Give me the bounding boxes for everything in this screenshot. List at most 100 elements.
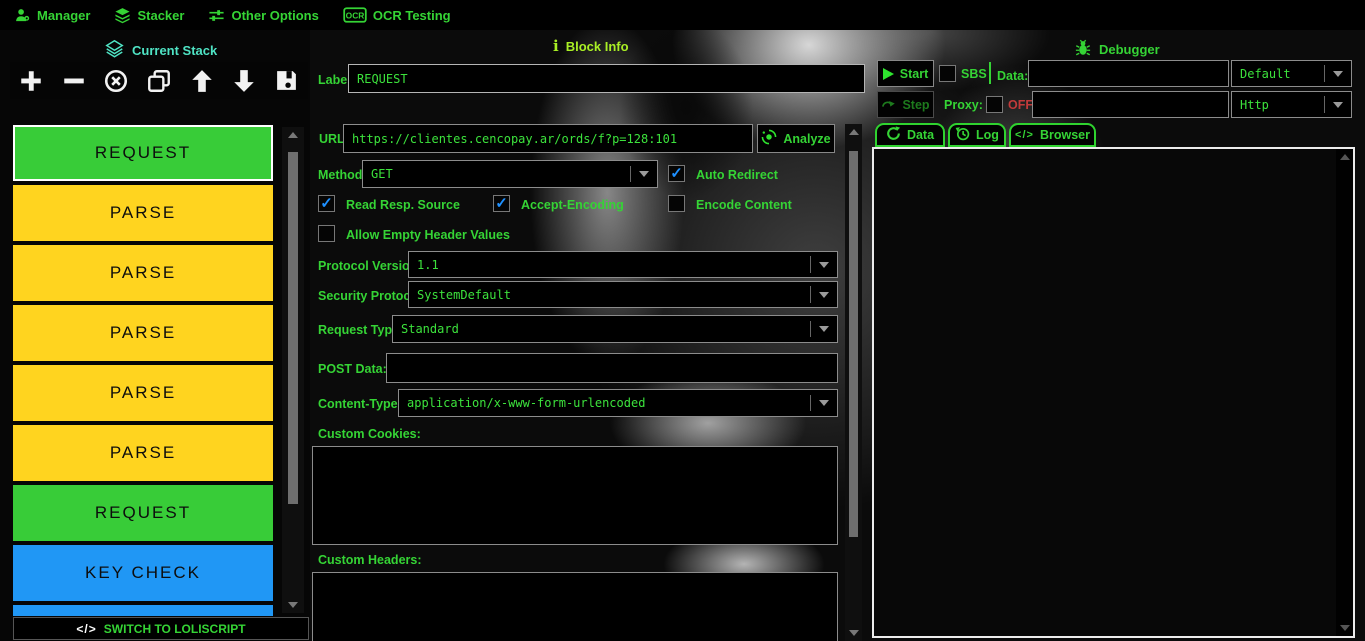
block-info-scrollbar[interactable] xyxy=(845,124,862,641)
protocol-version-dropdown[interactable]: 1.1 xyxy=(408,251,838,278)
switch-to-loliscript-button[interactable]: </> SWITCH TO LOLISCRIPT xyxy=(13,617,309,640)
chevron-down-icon xyxy=(811,326,837,332)
stack-block[interactable]: PARSE xyxy=(13,245,273,301)
tab-data[interactable]: Data xyxy=(875,123,945,147)
menu-item-ocr-testing[interactable]: OCR OCR Testing xyxy=(343,7,451,23)
debugger-data-input[interactable] xyxy=(1028,60,1229,87)
stack-block-label: PARSE xyxy=(109,323,177,342)
block-label-input[interactable] xyxy=(348,64,865,93)
remove-block-button[interactable] xyxy=(58,65,90,97)
protocol-version-label: Protocol Version: xyxy=(318,259,422,273)
switch-button-label: SWITCH TO LOLISCRIPT xyxy=(103,621,246,636)
stack-block[interactable]: KEY CHECK xyxy=(13,545,273,601)
sbs-checkbox[interactable] xyxy=(939,65,956,82)
refresh-icon xyxy=(886,126,901,144)
save-config-button[interactable] xyxy=(271,65,303,97)
wordlist-type-value: Default xyxy=(1240,66,1291,81)
svg-text:OCR: OCR xyxy=(346,11,365,21)
stack-block-label: REQUEST xyxy=(94,143,192,162)
debugger-step-button[interactable]: Step xyxy=(877,91,934,118)
request-type-dropdown[interactable]: Standard xyxy=(392,315,838,343)
tab-label: Log xyxy=(976,128,999,142)
stack-block-label: PARSE xyxy=(109,443,177,462)
menu-item-label: OCR Testing xyxy=(372,7,451,23)
accept-encoding-checkbox[interactable] xyxy=(493,195,510,212)
stack-block[interactable]: PARSE xyxy=(13,185,273,241)
analyze-button-label: Analyze xyxy=(783,131,831,146)
scroll-down-arrow[interactable] xyxy=(282,597,304,613)
encode-content-checkbox[interactable] xyxy=(668,195,685,212)
sbs-label: SBS xyxy=(961,67,987,81)
scrollbar-thumb[interactable] xyxy=(849,151,858,537)
custom-headers-textarea[interactable] xyxy=(312,572,838,641)
menu-item-manager[interactable]: Manager xyxy=(14,7,90,24)
info-icon: i xyxy=(553,37,559,55)
scrollbar-thumb[interactable] xyxy=(288,152,298,504)
stack-block[interactable]: PARSE xyxy=(13,305,273,361)
content-type-value: application/x-www-form-urlencoded xyxy=(407,396,646,410)
analyze-icon xyxy=(761,129,777,148)
proxy-type-dropdown[interactable]: Http xyxy=(1231,91,1352,118)
disable-block-button[interactable] xyxy=(100,65,132,97)
step-button-label: Step xyxy=(902,97,930,112)
debugger-start-button[interactable]: Start xyxy=(877,60,934,87)
scroll-up-arrow[interactable] xyxy=(282,127,304,143)
wordlist-type-dropdown[interactable]: Default xyxy=(1231,60,1352,87)
chevron-down-icon xyxy=(811,291,837,298)
custom-headers-label: Custom Headers: xyxy=(318,553,422,567)
auto-redirect-checkbox[interactable] xyxy=(668,165,685,182)
move-down-button[interactable] xyxy=(228,65,260,97)
tab-browser[interactable]: </> Browser xyxy=(1009,123,1096,147)
scroll-up-arrow[interactable] xyxy=(1336,149,1353,165)
play-icon xyxy=(882,67,894,80)
stack-block-label: PARSE xyxy=(109,263,177,282)
security-protocol-dropdown[interactable]: SystemDefault xyxy=(408,281,838,308)
stack-block-label: REQUEST xyxy=(94,503,192,522)
add-block-button[interactable] xyxy=(15,65,47,97)
custom-cookies-textarea[interactable] xyxy=(312,446,838,545)
content-type-dropdown[interactable]: application/x-www-form-urlencoded xyxy=(398,389,838,417)
read-resp-source-label: Read Resp. Source xyxy=(346,198,460,212)
ocr-icon: OCR xyxy=(343,7,367,23)
chevron-down-icon xyxy=(811,400,837,406)
debugger-output-panel xyxy=(872,147,1355,638)
scroll-down-arrow[interactable] xyxy=(1336,620,1353,636)
stack-block-label: KEY CHECK xyxy=(85,563,201,582)
stack-block[interactable]: PARSE xyxy=(13,425,273,481)
menu-item-label: Other Options xyxy=(231,7,319,23)
sliders-icon xyxy=(208,7,225,24)
method-dropdown[interactable]: GET xyxy=(362,160,658,188)
stack-scrollbar[interactable] xyxy=(282,127,304,613)
stack-block[interactable] xyxy=(13,605,273,616)
menu-item-other-options[interactable]: Other Options xyxy=(208,7,319,24)
openbullet-stacker-window: Manager Stacker Other Options OCR OCR Te… xyxy=(0,0,1365,641)
code-icon: </> xyxy=(1015,129,1034,141)
scroll-up-arrow[interactable] xyxy=(845,124,862,140)
history-icon xyxy=(955,126,970,144)
tab-log[interactable]: Log xyxy=(948,123,1006,147)
content-type-label: Content-Type: xyxy=(318,397,402,411)
url-input[interactable] xyxy=(343,124,753,153)
read-resp-source-checkbox[interactable] xyxy=(318,195,335,212)
scroll-down-arrow[interactable] xyxy=(845,625,862,641)
block-info-title: i Block Info xyxy=(553,37,629,55)
move-up-button[interactable] xyxy=(186,65,218,97)
data-field-label: Data: xyxy=(997,69,1029,83)
menu-item-stacker[interactable]: Stacker xyxy=(114,7,184,24)
layers-icon xyxy=(114,7,131,24)
stack-block[interactable]: REQUEST xyxy=(13,125,273,181)
tab-label: Browser xyxy=(1039,128,1090,142)
debugger-output-scrollbar[interactable] xyxy=(1336,149,1353,636)
stack-toolbar xyxy=(10,62,308,99)
analyze-button[interactable]: Analyze xyxy=(757,124,835,153)
post-data-input[interactable] xyxy=(386,353,838,383)
allow-empty-headers-checkbox[interactable] xyxy=(318,225,335,242)
proxy-label: Proxy: xyxy=(944,98,983,112)
stack-block[interactable]: REQUEST xyxy=(13,485,273,541)
custom-cookies-label: Custom Cookies: xyxy=(318,427,421,441)
stack-diamond-icon xyxy=(104,39,125,61)
debugger-proxy-input[interactable] xyxy=(1032,91,1229,118)
stack-block[interactable]: PARSE xyxy=(13,365,273,421)
clone-block-button[interactable] xyxy=(143,65,175,97)
proxy-checkbox[interactable] xyxy=(986,96,1003,113)
